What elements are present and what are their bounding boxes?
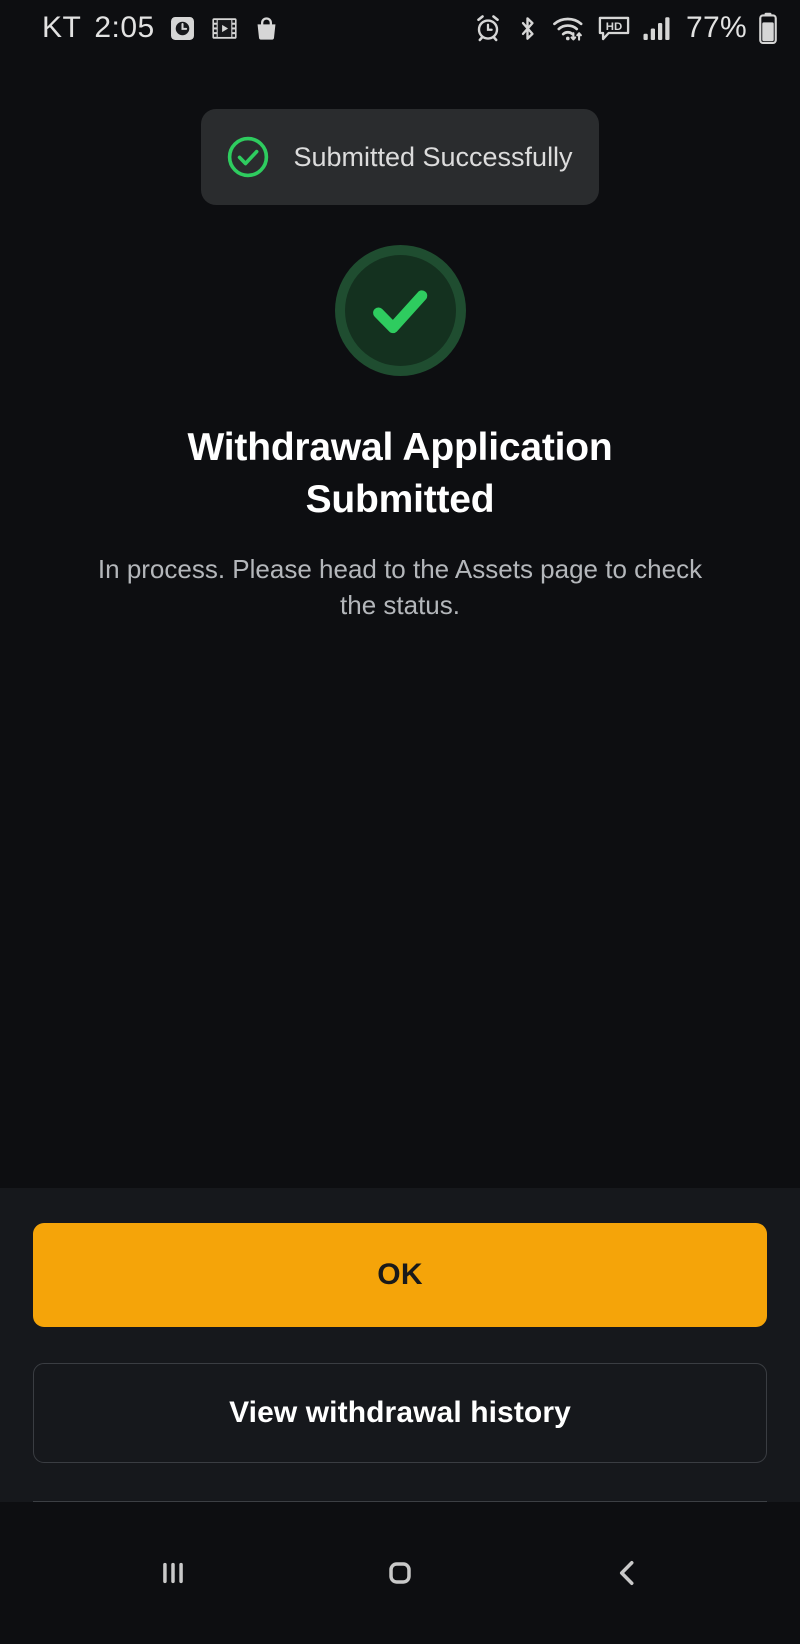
film-strip-icon	[212, 17, 237, 39]
page-title: Withdrawal Application Submitted	[187, 426, 613, 521]
back-chevron-icon	[619, 1560, 634, 1586]
battery-percent-label: 77%	[686, 11, 747, 44]
svg-text:HD: HD	[606, 21, 622, 33]
home-icon	[389, 1562, 411, 1584]
checkmark-glyph	[373, 289, 428, 333]
hd-call-icon: HD	[598, 16, 630, 41]
cellular-signal-icon	[643, 17, 670, 40]
clock-label: 2:05	[94, 11, 155, 44]
status-bar: KT 2:05 HD 77%	[0, 0, 800, 56]
toast-message: Submitted Successfully	[293, 141, 573, 172]
ok-button[interactable]: OK	[33, 1223, 767, 1327]
shopping-bag-icon	[257, 16, 276, 40]
carrier-label: KT	[42, 11, 82, 44]
home-button[interactable]	[345, 1518, 455, 1628]
wifi-data-icon	[553, 17, 583, 41]
success-content: Withdrawal Application Submitted In proc…	[0, 205, 800, 623]
success-check-icon	[334, 245, 466, 376]
view-withdrawal-history-button[interactable]: View withdrawal history	[33, 1363, 767, 1463]
status-bar-left: KT 2:05	[42, 11, 281, 45]
android-navigation-bar	[0, 1502, 800, 1644]
circle-check-icon	[228, 136, 269, 178]
alarm-icon	[477, 15, 499, 42]
bluetooth-icon	[521, 16, 534, 40]
status-bar-right: HD 77%	[473, 11, 778, 45]
toast-notification[interactable]: Submitted Successfully	[201, 109, 599, 205]
success-icon-inner	[344, 255, 456, 366]
clock-badge-icon	[170, 16, 194, 40]
back-button[interactable]	[572, 1518, 682, 1628]
toast-container: Submitted Successfully	[0, 109, 800, 205]
bottom-action-panel: OK View withdrawal history	[0, 1188, 800, 1502]
phone-screen: KT 2:05 HD 77% Submitted Successfully Wi…	[0, 0, 800, 1644]
recent-apps-icon	[163, 1562, 184, 1584]
battery-icon	[759, 12, 777, 44]
recent-apps-button[interactable]	[118, 1518, 228, 1628]
page-subtitle: In process. Please head to the Assets pa…	[97, 553, 703, 620]
